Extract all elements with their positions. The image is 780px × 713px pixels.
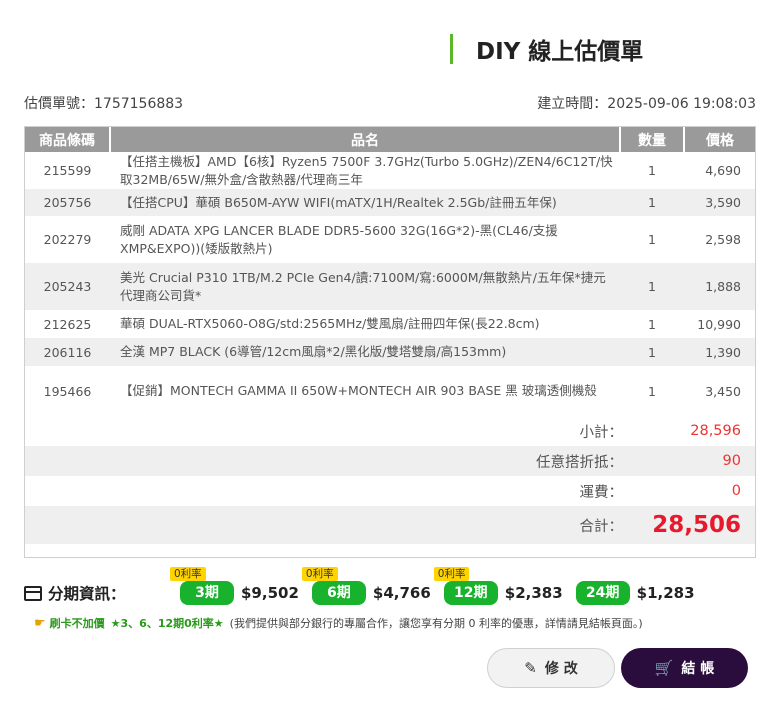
title-accent-bar xyxy=(450,34,453,64)
installment-amount: $9,502 xyxy=(241,584,299,602)
promo-description: (我們提供與部分銀行的專屬合作，讓您享有分期 0 利率的優惠，詳情請見結帳頁面。… xyxy=(229,617,643,630)
checkout-button-label: 結 帳 xyxy=(681,661,715,677)
installment-plan-3: 0利率 3期 $9,502 xyxy=(170,567,299,605)
installment-plan-6: 0利率 6期 $4,766 xyxy=(301,567,431,605)
promo-highlight: 刷卡不加價 xyxy=(49,617,105,630)
col-header-qty: 數量 xyxy=(620,127,685,152)
cell-name: 【促銷】MONTECH GAMMA II 650W+MONTECH AIR 90… xyxy=(120,383,597,398)
zero-rate-tag: 0利率 xyxy=(301,567,338,581)
created-time: 建立時間：2025-09-06 19:08:03 xyxy=(537,93,756,113)
installment-term-pill: 6期 xyxy=(311,581,366,605)
installment-plan-12: 0利率 12期 $2,383 xyxy=(433,567,563,605)
cell-price: 1,390 xyxy=(684,338,755,366)
cell-code: 206116 xyxy=(25,338,110,366)
table-row: 212625 華碩 DUAL-RTX5060-O8G/std:2565MHz/雙… xyxy=(25,310,755,338)
discount-row: 任意搭折抵： 90 xyxy=(25,446,755,476)
total-row: 合計： 28,506 xyxy=(25,506,755,544)
promo-rates: ★3、6、12期0利率★ xyxy=(110,617,224,630)
cell-code: 205756 xyxy=(25,189,110,216)
pencil-icon: ✎ xyxy=(524,659,537,677)
cell-qty: 1 xyxy=(620,189,684,216)
installment-amount: $4,766 xyxy=(372,584,431,602)
table-row: 202279 威剛 ADATA XPG LANCER BLADE DDR5-56… xyxy=(25,216,755,263)
installment-info: 分期資訊： 0利率 3期 $9,502 0利率 6期 $4,766 0利率 12… xyxy=(24,567,756,608)
cell-price: 1,888 xyxy=(684,263,755,310)
quote-table: 商品條碼 品名 數量 價格 215599 【任搭主機板】AMD【6核】Ryzen… xyxy=(24,126,756,558)
cell-qty: 1 xyxy=(648,232,656,247)
total-label: 合計： xyxy=(579,518,624,535)
edit-button[interactable]: ✎ 修 改 xyxy=(487,648,615,688)
table-header-row: 商品條碼 品名 數量 價格 xyxy=(25,127,755,152)
quote-meta: 估價單號：1757156883 建立時間：2025-09-06 19:08:03 xyxy=(24,93,756,113)
cell-name: 【任搭主機板】AMD【6核】Ryzen5 7500F 3.7GHz(Turbo … xyxy=(120,153,613,187)
subtotal-value: 28,596 xyxy=(690,423,741,439)
installment-title: 分期資訊： xyxy=(24,582,180,604)
cell-price: 2,598 xyxy=(705,232,741,247)
shipping-row: 運費： 0 xyxy=(25,476,755,506)
cell-qty: 1 xyxy=(620,338,684,366)
cell-code: 215599 xyxy=(43,163,92,178)
installment-plan-24: 24期 $1,283 xyxy=(575,581,695,605)
subtotal-row: 小計： 28,596 xyxy=(25,416,755,446)
subtotal-label: 小計： xyxy=(579,424,624,441)
zero-rate-tag: 0利率 xyxy=(433,567,470,581)
installment-amount: $1,283 xyxy=(636,584,695,602)
col-header-name: 品名 xyxy=(110,127,621,152)
table-row: 195466 【促銷】MONTECH GAMMA II 650W+MONTECH… xyxy=(25,366,755,416)
created-time-label: 建立時間： xyxy=(537,96,608,112)
cell-name: 全漢 MP7 BLACK (6導管/12cm風扇*2/黑化版/雙塔雙扇/高153… xyxy=(110,338,620,366)
cell-price: 4,690 xyxy=(705,163,741,178)
installment-term-pill: 3期 xyxy=(180,581,234,605)
cell-price: 3,450 xyxy=(705,383,741,399)
shipping-label: 運費： xyxy=(579,484,624,501)
col-header-price: 價格 xyxy=(684,127,755,152)
installment-term-pill: 24期 xyxy=(575,581,630,605)
cell-code: 195466 xyxy=(43,383,92,399)
cell-qty: 1 xyxy=(648,316,656,332)
quote-number-label: 估價單號： xyxy=(24,96,94,112)
cell-qty: 1 xyxy=(648,163,656,178)
created-time-value: 2025-09-06 19:08:03 xyxy=(607,96,756,112)
zero-rate-tag: 0利率 xyxy=(170,567,206,581)
cell-code: 212625 xyxy=(43,316,92,332)
table-row: 215599 【任搭主機板】AMD【6核】Ryzen5 7500F 3.7GHz… xyxy=(25,152,755,189)
cell-price: 3,590 xyxy=(684,189,755,216)
credit-card-icon xyxy=(24,585,42,601)
installment-amount: $2,383 xyxy=(504,584,563,602)
table-row: 205756 【任搭CPU】華碩 B650M-AYW WIFI(mATX/1H/… xyxy=(25,189,755,216)
quote-number: 估價單號：1757156883 xyxy=(24,93,183,113)
table-row: 205243 美光 Crucial P310 1TB/M.2 PCIe Gen4… xyxy=(25,263,755,310)
page-title: DIY 線上估價單 xyxy=(476,39,644,65)
cell-name: 美光 Crucial P310 1TB/M.2 PCIe Gen4/讀:7100… xyxy=(110,263,620,310)
discount-value: 90 xyxy=(722,453,741,469)
cart-icon: 🛒 xyxy=(654,659,674,677)
pointing-hand-icon: ☛ xyxy=(34,615,46,631)
cell-name: 華碩 DUAL-RTX5060-O8G/std:2565MHz/雙風扇/註冊四年… xyxy=(120,316,540,331)
cell-qty: 1 xyxy=(620,263,684,310)
page-header: DIY 線上估價單 xyxy=(450,33,643,65)
promo-note: ☛ 刷卡不加價 ★3、6、12期0利率★ (我們提供與部分銀行的專屬合作，讓您享… xyxy=(34,615,643,631)
edit-button-label: 修 改 xyxy=(544,661,578,677)
cell-code: 202279 xyxy=(43,232,92,247)
cell-code: 205243 xyxy=(25,263,110,310)
quote-number-value: 1757156883 xyxy=(94,96,184,112)
checkout-button[interactable]: 🛒 結 帳 xyxy=(621,648,748,688)
installment-title-text: 分期資訊： xyxy=(48,585,126,603)
col-header-code: 商品條碼 xyxy=(25,127,111,152)
shipping-value: 0 xyxy=(731,483,741,499)
total-value: 28,506 xyxy=(652,512,741,538)
installment-term-pill: 12期 xyxy=(443,581,498,605)
cell-name: 【任搭CPU】華碩 B650M-AYW WIFI(mATX/1H/Realtek… xyxy=(110,189,620,216)
cell-name: 威剛 ADATA XPG LANCER BLADE DDR5-5600 32G(… xyxy=(120,222,558,256)
discount-label: 任意搭折抵： xyxy=(536,454,623,471)
cell-price: 10,990 xyxy=(697,316,741,332)
table-row: 206116 全漢 MP7 BLACK (6導管/12cm風扇*2/黑化版/雙塔… xyxy=(25,338,755,366)
cell-qty: 1 xyxy=(648,383,656,399)
